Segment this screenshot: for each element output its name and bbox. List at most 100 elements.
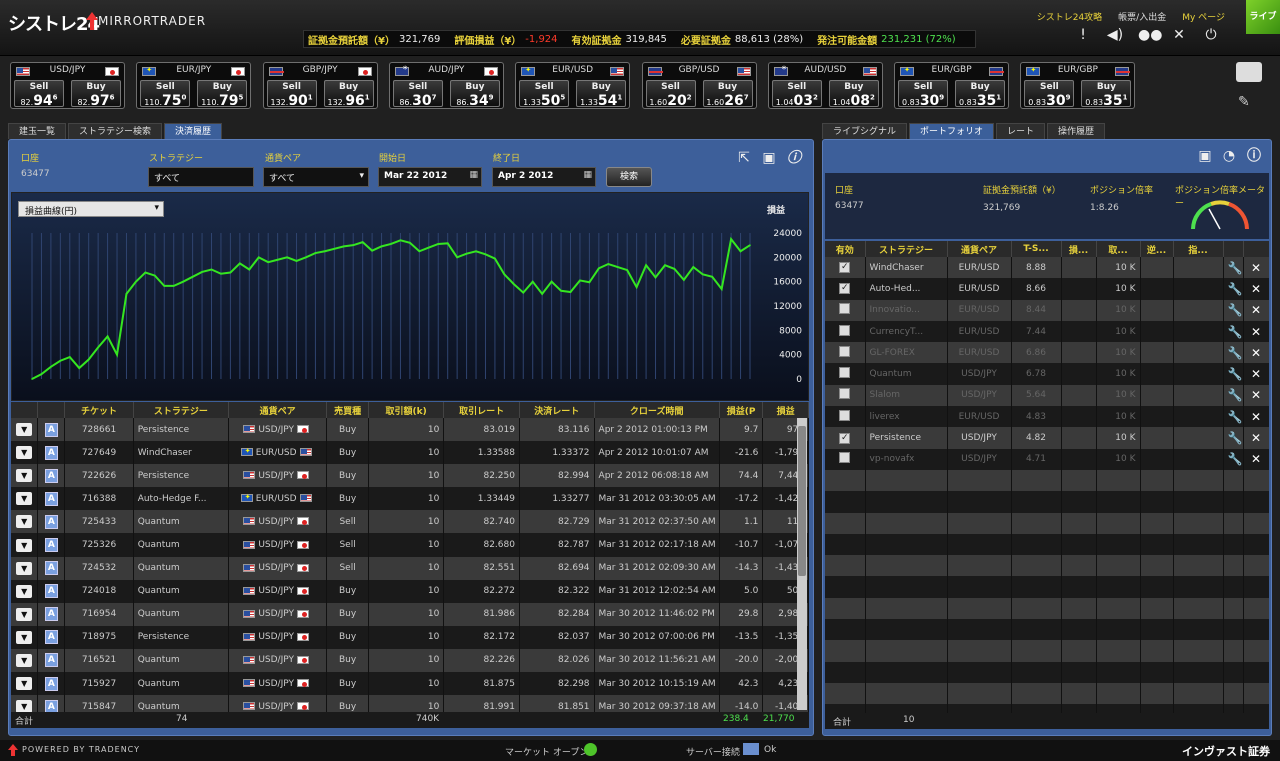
sell-button[interactable]: Sell 0.83309 [1024,80,1075,109]
tab-rates[interactable]: レート [996,123,1046,139]
export-icon[interactable]: ⇱ [735,149,753,167]
column-header[interactable]: 売買種 [326,402,369,418]
table-row[interactable]: ▼ A 716954 Quantum USD/JPY Buy 10 81.986 82.284 M… [11,602,809,626]
column-header[interactable]: 有効 [825,241,866,257]
tab-portfolio[interactable]: ポートフォリオ [909,123,995,139]
link-reports[interactable]: 帳票/入出金 [1118,10,1166,23]
wrench-icon[interactable]: 🔧 [1228,388,1243,402]
column-header[interactable]: 損... [1061,241,1097,257]
column-header[interactable]: チケット [64,402,134,418]
column-header[interactable]: 損益 [762,402,809,418]
history-scrollbar[interactable] [797,418,807,710]
dropdown-icon[interactable]: ▼ [16,469,33,483]
table-row[interactable]: ▼ A 724532 Quantum USD/JPY Sell 10 82.551 82.694… [11,556,809,580]
save-icon[interactable]: ▣ [1196,147,1214,165]
column-header[interactable]: 取... [1096,241,1141,257]
a-badge-icon[interactable]: A [44,653,58,668]
enabled-checkbox[interactable] [839,409,851,421]
dropdown-icon[interactable]: ▼ [16,515,33,529]
wrench-icon[interactable]: 🔧 [1228,325,1243,339]
portfolio-row[interactable]: Innovatio... EUR/USD 8.44 10 K 🔧 ✕ [825,299,1269,321]
enabled-checkbox[interactable]: ✓ [839,262,851,274]
info-icon[interactable]: ⓘ [1245,147,1263,165]
pair-select[interactable]: すべて ▾ [263,167,369,187]
close-icon[interactable]: ✕ [1251,452,1261,466]
dropdown-icon[interactable]: ▼ [16,584,33,598]
enabled-checkbox[interactable] [839,303,851,315]
wrench-icon[interactable]: 🔧 [1228,452,1243,466]
tab-strategy-search[interactable]: ストラテジー検索 [68,123,163,139]
column-header[interactable] [11,402,39,418]
link-mypage[interactable]: My ページ [1182,10,1225,23]
table-row[interactable]: ▼ A 715927 Quantum USD/JPY Buy 10 81.875 82.298 M… [11,672,809,696]
column-header[interactable]: 逆... [1140,241,1174,257]
pie-chart-icon[interactable]: ◔ [1220,147,1238,165]
dropdown-icon[interactable]: ▼ [16,423,33,437]
column-header[interactable]: ストラテジー [133,402,229,418]
link-guide[interactable]: シストレ24攻略 [1037,10,1102,23]
buy-button[interactable]: Buy 0.83351 [1081,80,1132,109]
close-icon[interactable]: ✕ [1251,325,1261,339]
a-badge-icon[interactable]: A [44,630,58,645]
table-row[interactable]: ▼ A 715847 Quantum USD/JPY Buy 10 81.991 81.851 M… [11,695,809,712]
dropdown-icon[interactable]: ▼ [16,700,33,712]
alert-icon[interactable]: ! [1074,26,1092,44]
tab-operation-history[interactable]: 操作履歴 [1047,123,1106,139]
close-icon[interactable]: ✕ [1251,367,1261,381]
buy-button[interactable]: Buy 82.976 [71,80,121,109]
collapse-icon[interactable] [1236,62,1262,82]
dropdown-icon[interactable]: ▼ [16,492,33,506]
table-row[interactable]: ▼ A 724018 Quantum USD/JPY Buy 10 82.272 82.322 M… [11,579,809,603]
a-badge-icon[interactable]: A [44,514,58,529]
a-badge-icon[interactable]: A [44,584,58,599]
column-header[interactable]: 決済レート [519,402,595,418]
calendar-icon[interactable]: ▦ [469,170,478,180]
dropdown-icon[interactable]: ▼ [16,561,33,575]
enabled-checkbox[interactable]: ✓ [839,283,851,295]
table-row[interactable]: ▼ A 716521 Quantum USD/JPY Buy 10 82.226 82.026 M… [11,648,809,673]
close-icon[interactable]: ✕ [1251,303,1261,317]
tools-icon[interactable]: ✕ [1170,26,1188,44]
tab-positions[interactable]: 建玉一覧 [8,123,67,139]
a-badge-icon[interactable]: A [44,561,58,576]
sell-button[interactable]: Sell 82.946 [14,80,64,109]
close-icon[interactable]: ✕ [1251,410,1261,424]
close-icon[interactable]: ✕ [1251,388,1261,402]
sell-button[interactable]: Sell 132.901 [266,80,317,109]
wrench-icon[interactable]: 🔧 [1228,346,1243,360]
portfolio-row[interactable]: Quantum USD/JPY 6.78 10 K 🔧 ✕ [825,363,1269,385]
table-row[interactable]: ▼ A 718975 Persistence USD/JPY Buy 10 82.172 82.… [11,625,809,649]
table-row[interactable]: ▼ A 716388Auto-Hedge F... EUR/USD Buy101.334… [11,487,809,511]
sell-button[interactable]: Sell 0.83309 [898,80,949,109]
dropdown-icon[interactable]: ▼ [16,538,33,552]
a-badge-icon[interactable]: A [44,607,58,622]
end-date-input[interactable]: Apr 2 2012 ▦ [492,167,596,187]
column-header[interactable]: 通貨ペア [228,402,328,418]
close-icon[interactable]: ✕ [1251,261,1261,275]
column-header[interactable]: 取引額(k) [368,402,445,418]
power-icon[interactable]: ⏻ [1202,26,1220,44]
buy-button[interactable]: Buy 1.04082 [828,80,879,109]
a-badge-icon[interactable]: A [44,491,58,506]
dropdown-icon[interactable]: ▼ [16,607,33,621]
table-row[interactable]: ▼ A 727649WindChaser EUR/USD Buy101.335881.3… [11,441,809,465]
calendar-icon[interactable]: ▦ [583,170,592,180]
wrench-icon[interactable]: 🔧 [1228,410,1243,424]
wrench-icon[interactable]: 🔧 [1228,431,1243,445]
sell-button[interactable]: Sell 1.33505 [519,80,570,109]
portfolio-row[interactable]: Slalom USD/JPY 5.64 10 K 🔧 ✕ [825,384,1269,407]
sell-button[interactable]: Sell 1.60202 [645,80,696,109]
table-row[interactable]: ▼ A 728661 Persistence USD/JPY Buy 10 83.019 83.… [11,418,809,442]
dropdown-icon[interactable]: ▼ [16,677,33,691]
a-badge-icon[interactable]: A [44,676,58,691]
wrench-icon[interactable]: 🔧 [1228,282,1243,296]
a-badge-icon[interactable]: A [44,699,58,712]
tab-live-signal[interactable]: ライブシグナル [822,123,908,139]
column-header[interactable]: クローズ時間 [594,402,720,418]
portfolio-row[interactable]: ✓ Auto-Hed... EUR/USD 8.66 10 K 🔧 ✕ [825,278,1269,300]
save-icon[interactable]: ▣ [760,149,778,167]
start-date-input[interactable]: Mar 22 2012 ▦ [378,167,482,187]
dropdown-icon[interactable]: ▼ [16,446,33,460]
buy-button[interactable]: Buy 86.349 [449,80,500,109]
column-header[interactable]: 取引レート [443,402,520,418]
